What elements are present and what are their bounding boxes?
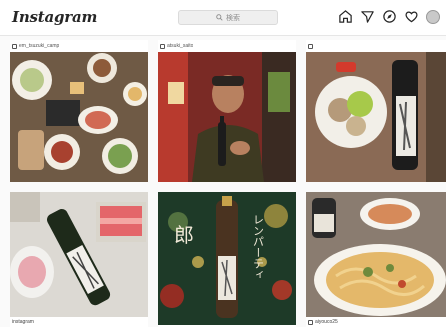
post-header: em_tsuzuki_camp — [10, 40, 148, 52]
post-card[interactable]: em_tsuzuki_camp — [10, 40, 148, 182]
post-card[interactable]: aiyouco25 — [306, 192, 446, 327]
explore-icon[interactable] — [382, 9, 397, 24]
post-image[interactable] — [158, 52, 296, 182]
svg-text:郎: 郎 — [174, 223, 194, 247]
search-input[interactable]: 検索 — [178, 10, 278, 25]
profile-icon — [308, 43, 313, 49]
direct-icon[interactable] — [360, 9, 375, 24]
post-card[interactable]: atsuki_saito — [158, 40, 296, 182]
profile-icon — [308, 319, 313, 325]
search-placeholder: 検索 — [226, 14, 240, 22]
heart-icon[interactable] — [404, 9, 419, 24]
profile-icon — [12, 43, 17, 49]
post-card[interactable] — [306, 40, 446, 182]
search-icon — [216, 14, 223, 21]
post-card[interactable]: instagram — [10, 192, 148, 327]
post-username[interactable]: em_tsuzuki_camp — [19, 43, 59, 49]
instagram-page: Instagram 検索 em_tsuzuki_camp atsuki_sait… — [0, 0, 446, 327]
top-nav-bar: Instagram 検索 — [0, 0, 446, 36]
instagram-logo[interactable]: Instagram — [12, 8, 97, 26]
post-header: atsuki_saito — [158, 40, 296, 52]
nav-icons — [338, 9, 440, 24]
post-username[interactable]: aiyouco25 — [315, 319, 338, 325]
post-username[interactable]: atsuki_saito — [167, 43, 193, 49]
post-caption: レンパーティ — [252, 214, 265, 280]
avatar[interactable] — [426, 9, 440, 24]
post-image[interactable] — [10, 52, 148, 182]
post-header — [306, 40, 446, 52]
post-image[interactable] — [10, 192, 148, 317]
post-card[interactable]: 郎 レンパーティ — [158, 192, 296, 327]
post-footer: instagram — [10, 317, 148, 327]
post-username[interactable]: instagram — [12, 319, 34, 325]
post-image[interactable] — [306, 52, 446, 182]
post-image[interactable]: 郎 レンパーティ — [158, 192, 296, 325]
post-image[interactable] — [306, 192, 446, 317]
profile-icon — [160, 43, 165, 49]
post-footer: aiyouco25 — [306, 317, 446, 327]
home-icon[interactable] — [338, 9, 353, 24]
